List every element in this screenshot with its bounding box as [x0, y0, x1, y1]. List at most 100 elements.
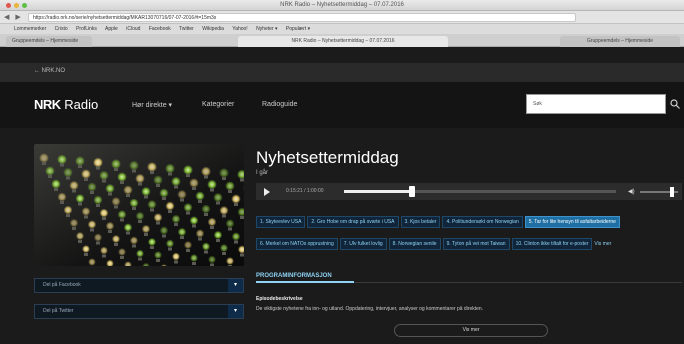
- chevron-down-icon: ▾: [228, 305, 243, 318]
- share-facebook[interactable]: Del på Facebook ▾: [34, 278, 244, 293]
- search-icon[interactable]: [670, 99, 680, 109]
- nav-categories[interactable]: Kategorier: [202, 101, 234, 108]
- mixer-light: [117, 210, 127, 219]
- browser-tab[interactable]: Gruppeemdels – Hjemmeside: [6, 36, 92, 47]
- zoom-window-icon[interactable]: [22, 3, 27, 8]
- mixer-knob: [60, 201, 64, 204]
- mixer-knob: [102, 179, 106, 183]
- bookmark-item[interactable]: Wikipedia: [202, 26, 224, 32]
- bookmark-item[interactable]: Cristo: [55, 26, 68, 32]
- volume-slider[interactable]: [640, 187, 678, 197]
- mixer-knob: [138, 257, 142, 261]
- bookmark-item[interactable]: Populært ▾: [286, 26, 310, 32]
- minimize-window-icon[interactable]: [14, 3, 19, 8]
- mixer-knob: [156, 221, 160, 225]
- mixer-light: [93, 233, 103, 242]
- mixer-light: [141, 224, 151, 234]
- volume-icon[interactable]: ◀): [628, 188, 635, 195]
- mixer-knob: [96, 241, 100, 245]
- mixer-light: [111, 159, 121, 169]
- chapters-show-more-link[interactable]: Vis mer: [594, 241, 611, 247]
- mixer-light: [111, 196, 121, 207]
- mixer-knob: [132, 169, 136, 173]
- close-window-icon[interactable]: [6, 3, 11, 8]
- back-to-nrk-link[interactable]: ← NRK.NO: [34, 68, 65, 74]
- mixer-light: [177, 189, 187, 200]
- mixer-light: [201, 204, 211, 214]
- mixer-light: [225, 181, 235, 191]
- playback-time: 0:15:21 / 1:00:00: [286, 188, 324, 194]
- mixer-light: [159, 188, 169, 198]
- mixer-knob: [228, 190, 232, 193]
- chapter-item[interactable]: 9. Tyton på vei mot Taiwan: [442, 238, 510, 250]
- nav-live[interactable]: Hør direkte ▾: [132, 101, 172, 109]
- chapter-item[interactable]: 2. Gro Hobe om drap på svarte i USA: [307, 216, 399, 228]
- volume-handle[interactable]: [670, 187, 675, 197]
- mixer-knob: [120, 181, 124, 184]
- mixer-light: [183, 165, 193, 175]
- browser-tab[interactable]: Gruppeemdels – Hjemmeside: [560, 36, 680, 47]
- mixer-knob: [138, 220, 142, 223]
- bookmark-item[interactable]: Apple: [105, 26, 118, 32]
- mixer-knob: [222, 177, 226, 180]
- tab-programinfo[interactable]: PROGRAMINFORMASJON: [256, 273, 332, 279]
- window-controls[interactable]: [6, 3, 27, 8]
- search-input[interactable]: Søk: [526, 94, 666, 114]
- browser-tab-strip: Gruppeemdels – Hjemmeside NRK Radio – Ny…: [0, 34, 684, 47]
- mixer-light: [57, 154, 67, 165]
- mixer-light: [226, 257, 234, 265]
- mixer-light: [219, 243, 229, 253]
- mixer-light: [69, 180, 79, 191]
- progress-slider[interactable]: [344, 186, 616, 197]
- mixer-knob: [84, 178, 88, 181]
- mixer-knob: [168, 247, 172, 251]
- mixer-knob: [174, 260, 178, 264]
- mixer-knob: [114, 243, 118, 246]
- mixer-knob: [228, 265, 232, 266]
- mixer-knob: [54, 188, 58, 191]
- chapter-item[interactable]: 8. Norwegian senile: [388, 238, 441, 250]
- mixer-knob: [120, 256, 124, 259]
- mixer-knob: [150, 246, 154, 249]
- show-more-button[interactable]: Vis mer: [394, 324, 548, 337]
- chapter-item[interactable]: 10. Clinton ikke tiltalt for e-poster: [511, 238, 593, 250]
- share-twitter[interactable]: Del på Twitter ▾: [34, 304, 244, 319]
- mixer-knob: [240, 253, 244, 257]
- chapter-item[interactable]: 3. Kjos betaler: [400, 216, 441, 228]
- play-icon[interactable]: [264, 188, 270, 196]
- progress-handle[interactable]: [409, 186, 415, 197]
- chapter-item[interactable]: 6. Merkel om NATOs opprustning: [256, 238, 338, 250]
- nav-radioguide[interactable]: Radioguide: [262, 101, 297, 108]
- mixer-knob: [72, 189, 76, 193]
- mixer-light: [93, 157, 103, 168]
- bookmark-item[interactable]: iCloud: [126, 26, 140, 32]
- mixer-knob: [114, 168, 118, 171]
- bookmark-item[interactable]: Lommemerker: [14, 26, 46, 32]
- back-forward-icon[interactable]: ◀ ▶: [4, 13, 23, 21]
- mixer-knob: [114, 205, 118, 209]
- mixer-light: [100, 246, 108, 255]
- mixer-knob: [192, 262, 196, 265]
- window-title: NRK Radio – Nyhetsettermiddag – 07.07.20…: [280, 2, 404, 8]
- chapter-item[interactable]: 1. Skyteevlev USA: [256, 216, 306, 228]
- nrk-radio-logo[interactable]: NRK Radio: [34, 97, 98, 112]
- mixer-light: [99, 208, 109, 218]
- browser-titlebar: NRK Radio – Nyhetsettermiddag – 07.07.20…: [0, 0, 684, 11]
- mixer-light: [213, 192, 223, 203]
- browser-tab-active[interactable]: NRK Radio – Nyhetsettermiddag – 07.07.20…: [238, 36, 448, 47]
- chapter-item[interactable]: 5. Tar for lite hensyn til asfaltarbeide…: [524, 216, 620, 228]
- bookmark-item[interactable]: Facebook: [149, 26, 171, 32]
- mixer-light: [99, 170, 109, 181]
- bookmark-item[interactable]: Twitter: [179, 26, 194, 32]
- bookmark-item[interactable]: ProfLinks: [76, 26, 97, 32]
- mixer-light: [177, 227, 187, 237]
- mixer-light: [57, 192, 67, 202]
- url-field[interactable]: https://radio.nrk.no/serie/nyhetsettermi…: [28, 13, 576, 22]
- chapter-list: 1. Skyteevlev USA 2. Gro Hobe om drap på …: [256, 210, 684, 254]
- bookmark-item[interactable]: Nyheter ▾: [256, 26, 277, 32]
- chapter-item[interactable]: 7. Ulv fulket lovlig: [339, 238, 387, 250]
- chapter-item[interactable]: 4. Politiundersøkt om Norwegian: [442, 216, 523, 228]
- active-tab-underline: [256, 281, 354, 283]
- bookmark-item[interactable]: Yahoo!: [232, 26, 247, 32]
- mixer-light: [81, 207, 91, 216]
